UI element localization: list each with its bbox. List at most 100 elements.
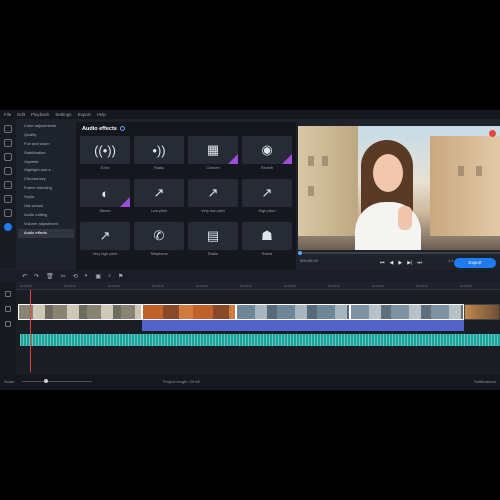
transport-control-icon[interactable]: ▶|: [407, 260, 412, 266]
category-item[interactable]: Color adjustments: [18, 122, 74, 131]
export-button[interactable]: Export: [454, 258, 496, 268]
video-preview[interactable]: [298, 126, 500, 250]
menu-settings[interactable]: Settings: [55, 112, 71, 117]
effect-label: Stereo: [99, 209, 111, 213]
stereo-icon: ◐: [80, 179, 130, 207]
waving-hand: [398, 206, 412, 230]
effect-card[interactable]: ↗ Very low pitch: [188, 179, 238, 217]
timeline-tool-icon[interactable]: ♪: [108, 273, 111, 279]
menu-file[interactable]: File: [4, 112, 11, 117]
timeline-tool-icon[interactable]: ✂: [61, 273, 66, 280]
category-item[interactable]: Stabilization: [18, 149, 74, 158]
transport-control-icon[interactable]: ⏭: [417, 260, 422, 266]
category-item[interactable]: Chroma key: [18, 175, 74, 184]
timeline-tool-icon[interactable]: ◐: [85, 273, 89, 279]
ruler-tick-label: 00:00:30: [284, 284, 296, 288]
category-item[interactable]: Old-school: [18, 202, 74, 211]
effects-grid: ((•)) Echo •)) Radio ▦ Concert ◉ Reverb ◐ Stereo ↗…: [80, 136, 292, 260]
video-clip[interactable]: [18, 304, 142, 320]
video-clip[interactable]: [350, 304, 464, 320]
effect-card[interactable]: ▤ Radio: [188, 222, 238, 260]
effect-label: Robot: [261, 252, 273, 256]
effect-card[interactable]: ✆ Telephone: [134, 222, 184, 260]
record-badge-icon[interactable]: [489, 130, 496, 137]
window: [476, 166, 482, 176]
effect-label: Very low pitch: [201, 209, 225, 213]
category-item[interactable]: Highlight and s...: [18, 166, 74, 175]
category-item[interactable]: Sepia: [18, 193, 74, 202]
effect-card[interactable]: ◉ Reverb: [242, 136, 292, 174]
audio-waveform-track[interactable]: [20, 334, 500, 346]
tool-sidebar: [0, 119, 16, 269]
radio-icon: ▤: [188, 222, 238, 250]
effect-label: Very high pitch: [92, 252, 118, 256]
menu-export[interactable]: Export: [78, 112, 91, 117]
category-item[interactable]: Vignette: [18, 158, 74, 167]
import-icon[interactable]: [4, 125, 12, 133]
callouts-icon[interactable]: [4, 209, 12, 217]
preview-scrubber[interactable]: [298, 251, 500, 255]
low-pitch-icon: ↗: [134, 179, 184, 207]
effect-label: Telephone: [150, 252, 168, 256]
high-pitch-icon: ↗: [242, 179, 292, 207]
premium-tag-icon: [120, 197, 130, 207]
menu-bar: File Edit Playback Settings Export Help: [0, 110, 500, 119]
ruler-tick-label: 00:00:05: [64, 284, 76, 288]
category-item[interactable]: Frame blending: [18, 184, 74, 193]
stickers-icon[interactable]: [4, 195, 12, 203]
video-clip[interactable]: [236, 304, 350, 320]
menu-help[interactable]: Help: [97, 112, 106, 117]
effect-card[interactable]: ((•)) Echo: [80, 136, 130, 174]
category-item[interactable]: Audio editing: [18, 211, 74, 220]
timeline-tool-icon[interactable]: ⚑: [118, 273, 123, 280]
video-clip[interactable]: [464, 304, 500, 320]
scrubber-handle[interactable]: [298, 251, 302, 255]
timeline-tool-icon[interactable]: ▣: [95, 273, 101, 280]
info-icon[interactable]: [119, 126, 125, 132]
playhead[interactable]: [30, 290, 31, 372]
audio-track-icon[interactable]: [5, 321, 11, 327]
menu-playback[interactable]: Playback: [31, 112, 49, 117]
category-item[interactable]: Audio effects: [18, 228, 74, 238]
effect-label: High pitch: [258, 209, 276, 213]
effect-card[interactable]: ▦ Concert: [188, 136, 238, 174]
category-item[interactable]: Volume adjustment: [18, 220, 74, 229]
video-clip[interactable]: [142, 304, 236, 320]
filters-icon[interactable]: [4, 153, 12, 161]
speaker-grid-icon: ▦: [188, 136, 238, 164]
effect-card[interactable]: ↗ Low pitch: [134, 179, 184, 217]
magic-wand-icon[interactable]: [4, 139, 12, 147]
effect-card[interactable]: •)) Radio: [134, 136, 184, 174]
timeline-tool-icon[interactable]: ⟲: [73, 273, 78, 280]
scale-slider-handle[interactable]: [44, 379, 49, 383]
effect-card[interactable]: ☗ Robot: [242, 222, 292, 260]
effect-label: Echo: [100, 166, 110, 170]
titles-icon[interactable]: [4, 181, 12, 189]
transport-control-icon[interactable]: ⏮: [380, 260, 385, 266]
applied-effect-bar[interactable]: [142, 320, 464, 331]
zoom-select[interactable]: 1:1: [448, 258, 454, 263]
timeline-tool-icon[interactable]: 🗑: [46, 273, 54, 280]
transport-control-icon[interactable]: ◀: [390, 260, 394, 266]
track-mute-icon[interactable]: [5, 306, 11, 312]
effect-label: Radio: [154, 166, 164, 170]
scale-slider[interactable]: [22, 379, 92, 383]
track-visibility-icon[interactable]: [5, 291, 11, 297]
effect-card[interactable]: ↗ Very high pitch: [80, 222, 130, 260]
more-tools-icon[interactable]: [4, 223, 12, 231]
timeline-tool-icon[interactable]: ↷: [34, 273, 39, 280]
notifications-button[interactable]: Notifications: [474, 379, 496, 384]
time-ruler[interactable]: 00:00:00 00:00:05 00:00:10 00:00:15 00:00:20…: [16, 282, 500, 290]
transitions-icon[interactable]: [4, 167, 12, 175]
timeline-tool-icon[interactable]: ↶: [22, 273, 27, 280]
transport-control-icon[interactable]: ▶: [398, 260, 402, 266]
category-item[interactable]: Fun and warm: [18, 140, 74, 149]
project-length: Project length: 00:48: [163, 379, 200, 384]
menu-edit[interactable]: Edit: [17, 112, 25, 117]
effect-card[interactable]: ↗ High pitch: [242, 179, 292, 217]
premium-tag-icon: [282, 154, 292, 164]
category-item[interactable]: Quality: [18, 131, 74, 140]
ruler-tick-label: 00:00:50: [460, 284, 472, 288]
timeline[interactable]: [16, 290, 500, 372]
effect-card[interactable]: ◐ Stereo: [80, 179, 130, 217]
